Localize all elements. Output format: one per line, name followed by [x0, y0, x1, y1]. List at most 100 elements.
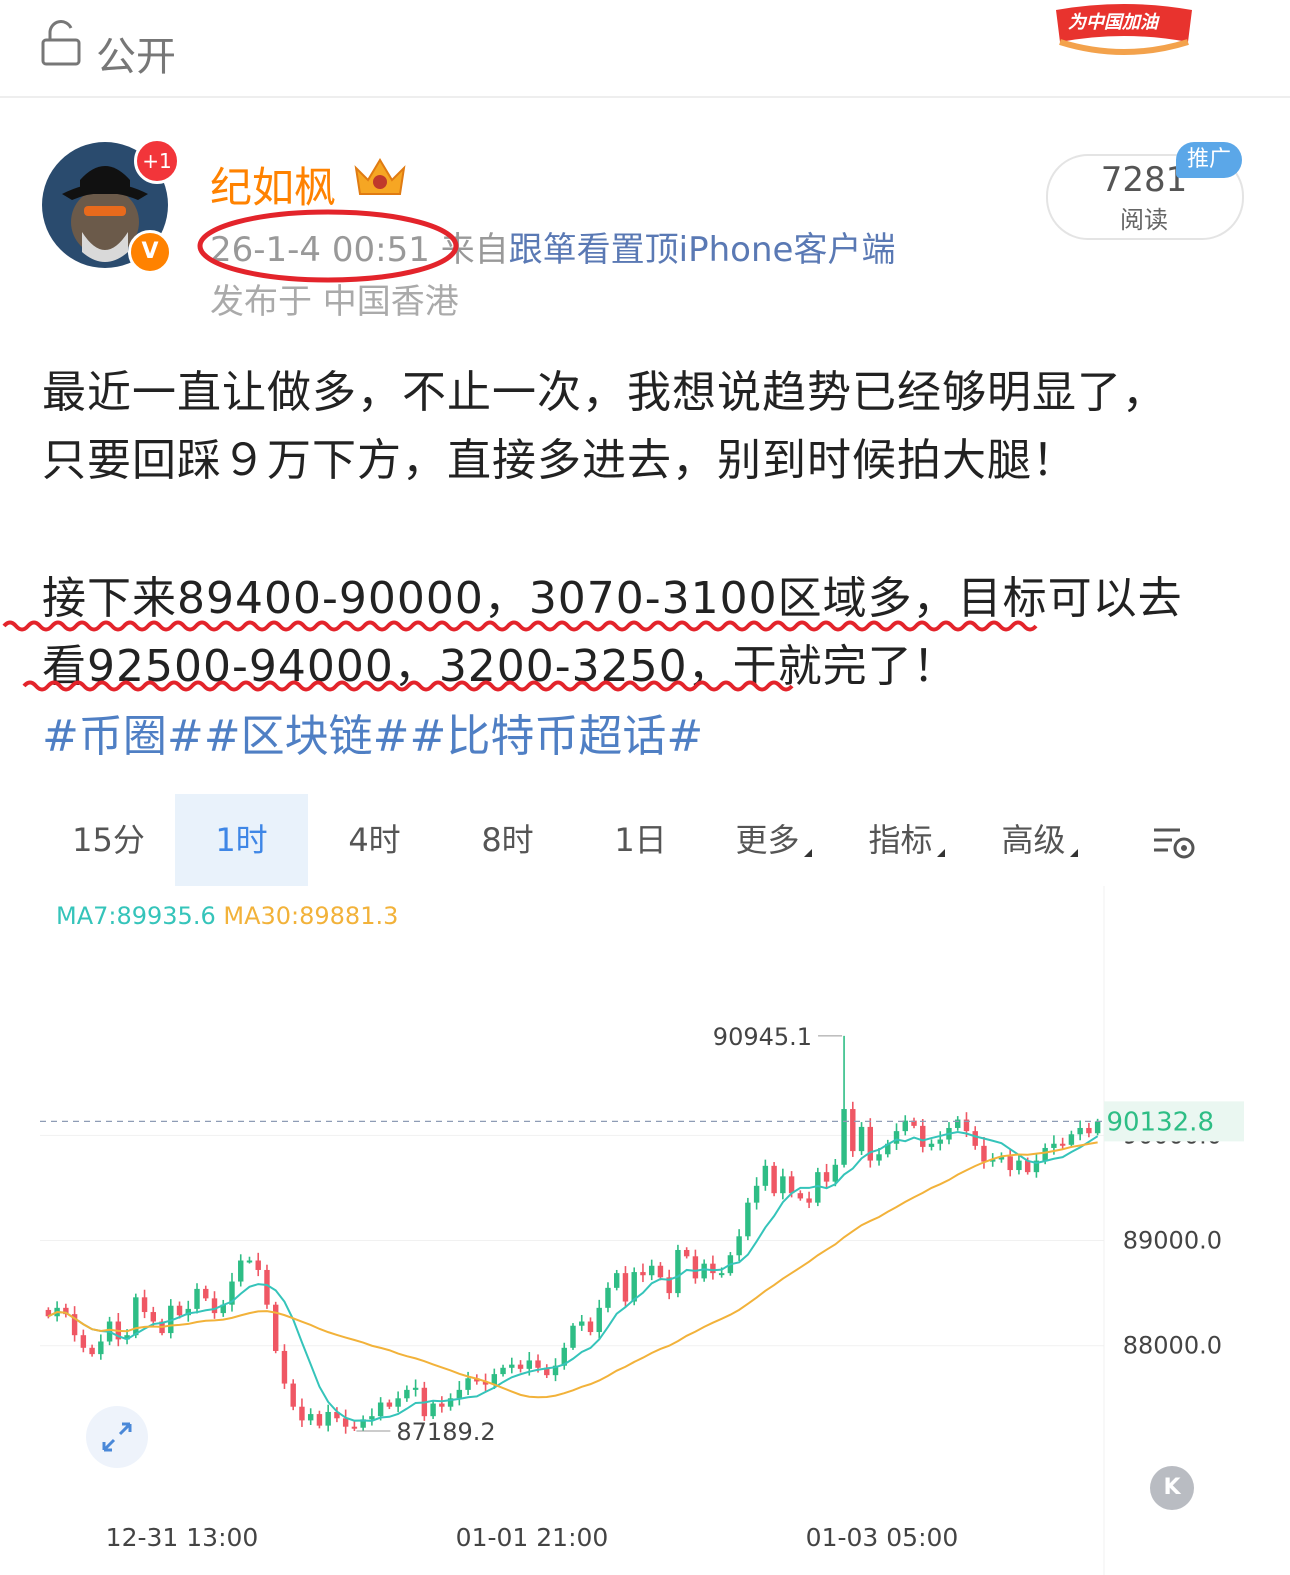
ma7-legend: MA7:89935.6 [56, 902, 216, 930]
candle-body [683, 1249, 690, 1257]
verified-badge: V [128, 230, 172, 274]
candle-body [290, 1383, 296, 1407]
visibility-label[interactable]: 公开 [96, 24, 176, 82]
candle-body [937, 1139, 943, 1144]
candle-body [692, 1256, 699, 1279]
red-circle-annotation [197, 209, 459, 283]
skip-back-icon: K [1163, 1475, 1181, 1500]
candle-body [342, 1418, 349, 1427]
expand-chart-button[interactable] [86, 1406, 148, 1468]
candle-body [797, 1193, 804, 1199]
source-app-link[interactable]: 跟箪看置顶iPhone客户端 [509, 230, 896, 270]
author-name[interactable]: 纪如枫 [210, 154, 336, 215]
post-line-1: 最近一直让做多，不止一次，我想说趋势已经够明显了， [42, 367, 1167, 418]
candle-body [788, 1176, 795, 1194]
candle-body [517, 1364, 524, 1369]
candle-body [386, 1402, 393, 1407]
low-price-label: 87189.2 [396, 1418, 495, 1446]
tab-label: 高级 [1001, 821, 1066, 859]
tab-label: 4时 [348, 821, 401, 859]
cheer-badge[interactable]: 为中国加油 [1050, 2, 1198, 66]
x-tick-label: 01-03 05:00 [806, 1523, 959, 1552]
candle-body [325, 1411, 331, 1426]
tab-interval-4[interactable]: 1日 [574, 794, 707, 886]
wavy-underline [22, 680, 794, 692]
candle-body [150, 1312, 157, 1322]
unlock-icon[interactable] [40, 20, 84, 68]
post-hashtags[interactable]: #币圈##区块链##比特币超话# [42, 700, 703, 764]
tab-interval-0[interactable]: 15分 [42, 794, 175, 886]
candle-body [500, 1367, 506, 1375]
candle-body [657, 1265, 664, 1278]
candlestick-chart[interactable]: 90000.089000.088000.090132.890945.187189… [40, 886, 1244, 1575]
red-wavy-underline-annotation [2, 620, 1038, 692]
tab-label: 1日 [614, 821, 667, 859]
scroll-to-latest-button[interactable]: K [1150, 1466, 1194, 1510]
y-tick-label: 89000.0 [1123, 1227, 1222, 1255]
candle-body [211, 1298, 218, 1314]
top-bar: 公开 为中国加油 [0, 0, 1290, 98]
tab-interval-3[interactable]: 8时 [441, 794, 574, 886]
candle-body [710, 1263, 716, 1274]
candle-body [176, 1305, 183, 1316]
y-tick-label: 88000.0 [1123, 1332, 1222, 1360]
candle-body [928, 1143, 935, 1147]
ma-legend: MA7:89935.6 MA30:89881.3 [56, 902, 398, 930]
crown-badge-icon[interactable] [352, 154, 408, 200]
tab-label: 15分 [72, 821, 145, 859]
candle-body [89, 1347, 95, 1355]
candle-body [640, 1272, 646, 1276]
candle-body [570, 1325, 576, 1348]
expand-icon [102, 1422, 132, 1452]
tab-interval-7[interactable]: 高级 [973, 794, 1106, 886]
candle-body [1042, 1147, 1048, 1161]
read-label: 阅读 [1120, 206, 1168, 234]
candle-body [762, 1165, 769, 1186]
candle-body [832, 1164, 839, 1182]
candle-body [920, 1125, 926, 1147]
candle-body [876, 1154, 882, 1161]
candle-body [1051, 1143, 1057, 1148]
candle-body [246, 1260, 253, 1263]
candle-body [98, 1341, 104, 1355]
tab-label: 更多 [735, 821, 800, 859]
candle-body [80, 1335, 87, 1348]
current-price-label: 90132.8 [1106, 1107, 1214, 1137]
chart-settings-icon[interactable] [1150, 824, 1198, 862]
ma30-legend: MA30:89881.3 [223, 902, 399, 930]
tab-interval-2[interactable]: 4时 [308, 794, 441, 886]
candle-body [605, 1287, 611, 1308]
candle-body [255, 1260, 261, 1270]
candle-body [1094, 1121, 1101, 1134]
candle-body [281, 1350, 288, 1384]
candle-body [1086, 1127, 1092, 1134]
candle-body [850, 1109, 856, 1152]
candle-body [1007, 1156, 1013, 1171]
candle-body [238, 1260, 244, 1282]
candle-body [972, 1131, 978, 1146]
candle-body [675, 1249, 681, 1294]
candle-body [893, 1131, 900, 1144]
candle-body [439, 1403, 445, 1407]
candle-body [596, 1307, 602, 1333]
candle-body [780, 1176, 786, 1194]
tab-label: 指标 [868, 821, 933, 859]
candle-body [316, 1414, 323, 1426]
candle-body [648, 1265, 655, 1276]
tab-interval-1[interactable]: 1时 [175, 794, 308, 886]
tab-interval-6[interactable]: 指标 [840, 794, 973, 886]
candle-body [858, 1126, 865, 1152]
candle-body [736, 1236, 742, 1256]
candle-body [395, 1398, 401, 1407]
ma7-line [47, 1131, 1099, 1422]
chart-interval-tabs: 15分 1时 4时 8时 1日 更多 指标 高级 [42, 794, 1242, 886]
candle-body [377, 1402, 384, 1417]
promo-badge[interactable]: 推广 [1176, 142, 1242, 178]
candle-body [806, 1198, 812, 1203]
candle-body [1068, 1134, 1075, 1145]
candle-body [430, 1403, 436, 1417]
candle-body [753, 1185, 760, 1203]
tab-interval-5[interactable]: 更多 [707, 794, 840, 886]
candle-body [981, 1145, 987, 1162]
candle-body [141, 1297, 148, 1313]
